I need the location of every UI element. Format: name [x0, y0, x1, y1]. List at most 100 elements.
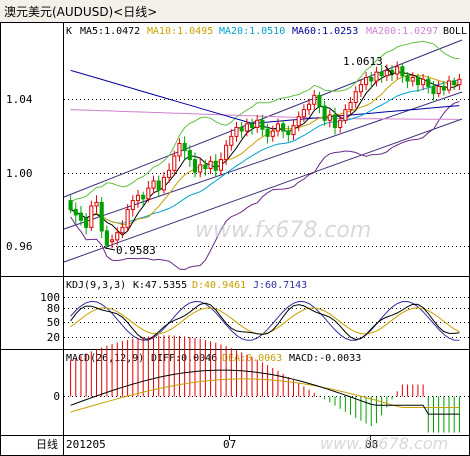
x-tick-1: 201205 [66, 438, 106, 451]
candle-body [348, 101, 353, 111]
candle-body [161, 176, 166, 191]
candle-body [400, 66, 405, 77]
candle [317, 91, 322, 114]
candle-body [208, 160, 213, 169]
candle-body [229, 135, 234, 146]
candle [405, 72, 410, 89]
candle-body [457, 78, 462, 86]
candle-body [146, 187, 151, 200]
candle [286, 125, 291, 142]
candle-body [374, 71, 379, 82]
candle-body [275, 123, 281, 132]
candle-body [353, 91, 358, 103]
candle [358, 79, 363, 98]
legend-ma60: MA60:1.0253 [292, 26, 358, 37]
legend-boll: BOLL [443, 26, 467, 37]
candle-body [441, 85, 446, 91]
ma20-line [70, 79, 460, 224]
candle [312, 89, 317, 110]
candle [73, 202, 78, 224]
candle [99, 197, 104, 239]
candle-body [244, 123, 249, 132]
candle [229, 129, 234, 151]
candle [94, 195, 99, 214]
candle-body [270, 130, 275, 137]
candle-body [260, 119, 265, 130]
candle-body [327, 114, 332, 121]
candle [327, 109, 332, 128]
candle [156, 175, 161, 198]
candle [146, 180, 151, 203]
candle-body [239, 126, 244, 132]
legend-ma5: MA5:1.0472 [80, 26, 140, 37]
candle-body [182, 143, 187, 152]
candle-body [358, 84, 363, 93]
candle [307, 98, 312, 115]
candle [110, 234, 115, 249]
candle-body [307, 103, 312, 111]
candle [255, 114, 260, 133]
candle-body [73, 209, 78, 216]
legend-ma10: MA10:1.0495 [147, 26, 213, 37]
candle [218, 152, 223, 176]
window-title: 澳元美元(AUDUSD)<日线> [4, 5, 157, 19]
candle-body [115, 232, 120, 241]
candle [135, 189, 141, 208]
candle-body [94, 201, 99, 207]
candle-body [384, 69, 389, 77]
candle [400, 63, 405, 83]
candle-body [213, 160, 218, 171]
candle-body [84, 217, 89, 228]
kdj-legend: KDJ(9,3,3) K:47.5355 D:40.9461 J:60.7143 [66, 280, 307, 291]
kdj-y-ticks: 100 80 50 20 [40, 291, 60, 344]
candle [161, 172, 166, 194]
y-tick-2: 1.00 [6, 167, 33, 180]
candle-body [177, 143, 182, 157]
chart-canvas: 澳元美元(AUDUSD)<日线> K MA5:1.0472 MA10:1.049… [0, 0, 470, 456]
candle [104, 225, 109, 249]
macd-dea-line [70, 378, 460, 413]
candle-body [104, 230, 109, 246]
low-pointer [104, 247, 116, 251]
candle [426, 75, 431, 94]
candle [182, 136, 187, 160]
candle-body [410, 76, 415, 82]
kdj-j-value: J:60.7143 [253, 280, 307, 291]
price-y-ticks: 1.04 1.00 0.96 [6, 93, 33, 253]
candle-body [426, 78, 431, 87]
candle-body [301, 109, 306, 118]
candle [125, 204, 130, 231]
candle-body [120, 226, 125, 234]
macd-zero-tick: 0 [53, 390, 60, 403]
kdj-k-value: K:47.5355 [133, 280, 187, 291]
legend-ma20: MA20:1.0510 [219, 26, 285, 37]
kdj-j-line [70, 300, 460, 341]
candle-body [395, 66, 400, 75]
candle-body [379, 71, 384, 77]
kdj-d-line [70, 307, 460, 335]
candle [291, 120, 296, 140]
candle-body [343, 109, 348, 121]
high-label: 1.0613 [343, 55, 383, 68]
candle [151, 175, 156, 194]
low-label: 0.9583 [116, 244, 156, 257]
candle-body [421, 78, 426, 86]
macd-macd-value: MACD:-0.0033 [289, 353, 361, 364]
candle [353, 86, 358, 108]
candle [177, 138, 182, 162]
candle-body [281, 123, 286, 132]
macd-diff-value: DIFF:0.0046 [151, 353, 217, 364]
candle-body [249, 123, 255, 128]
candle [84, 213, 89, 235]
candle-body [218, 159, 223, 171]
candle-body [203, 164, 208, 169]
y-tick-3: 0.96 [6, 240, 33, 253]
candle-body [332, 114, 338, 128]
candle-body [187, 150, 192, 161]
candle [208, 156, 213, 174]
candle-body [198, 164, 203, 173]
candle [239, 122, 244, 139]
candle [187, 145, 192, 167]
candle [348, 97, 353, 115]
candle [198, 157, 203, 178]
